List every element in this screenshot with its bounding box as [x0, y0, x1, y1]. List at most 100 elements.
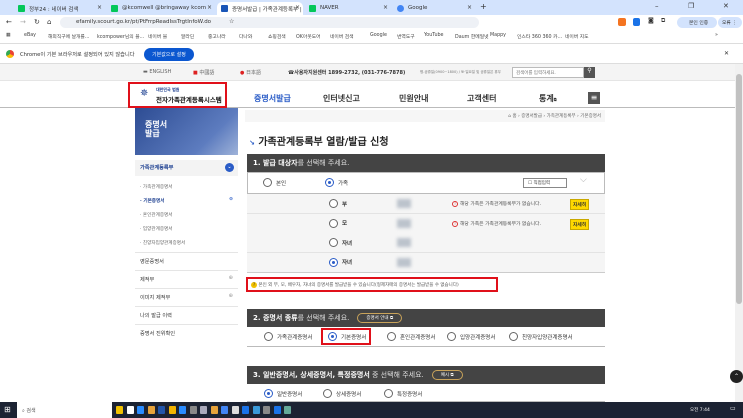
minimize-button[interactable]: –: [655, 2, 659, 10]
apps-icon[interactable]: ▦: [6, 33, 11, 38]
sidebar-subitem[interactable]: · 입양관계증명서: [135, 223, 238, 237]
url-field[interactable]: efamily.scourt.go.kr/pt/PtFrrpReadIssTrg…: [60, 17, 242, 28]
sidebar-subitem[interactable]: · 가족관계증명서: [135, 181, 238, 195]
radio-option[interactable]: 혼인관계증명서: [387, 332, 435, 341]
family-radio[interactable]: 모: [329, 218, 347, 228]
taskbar-app-icon[interactable]: [284, 406, 291, 414]
sidebar-item[interactable]: 제적부 ⊕: [135, 270, 238, 288]
close-window-button[interactable]: ✕: [723, 2, 729, 10]
sidebar-item[interactable]: 이미지 제적부 ⊕: [135, 288, 238, 306]
scrollbar[interactable]: [735, 64, 743, 402]
new-tab-button[interactable]: +: [480, 2, 487, 11]
taskbar-app-icon[interactable]: [200, 406, 207, 414]
site-search-input[interactable]: [512, 67, 584, 78]
taskbar-app-icon[interactable]: [273, 406, 281, 414]
bookmark-item[interactable]: 네이버 지도: [565, 33, 589, 40]
nav-customer-center[interactable]: 고객센터: [467, 93, 496, 104]
taskbar-app-icon[interactable]: [158, 406, 165, 414]
search-button[interactable]: ⚲: [584, 67, 595, 78]
radio-option[interactable]: 특정증명서: [384, 389, 422, 398]
close-icon[interactable]: ×: [383, 4, 388, 11]
sidebar-item[interactable]: 영문증명서: [135, 252, 238, 270]
family-radio[interactable]: 자녀: [329, 257, 352, 267]
taskbar-app-icon[interactable]: [242, 406, 249, 414]
sidebar-subitem[interactable]: · 혼인관계증명서: [135, 209, 238, 223]
bookmark-item[interactable]: 중고나라: [208, 33, 226, 40]
scroll-top-button[interactable]: ⌃: [730, 370, 743, 383]
maximize-button[interactable]: ❐: [688, 2, 694, 10]
close-icon[interactable]: ×: [97, 4, 102, 11]
nav-civil-guide[interactable]: 민원안내: [399, 93, 428, 104]
nav-certificate[interactable]: 증명서발급: [254, 93, 291, 104]
family-radio[interactable]: 자녀: [329, 238, 352, 247]
family-radio[interactable]: 부: [329, 199, 347, 208]
sidebar-group-family-register[interactable]: 가족관계등록부 ⌄: [135, 160, 238, 176]
taskbar-app-icon[interactable]: [168, 406, 176, 414]
radio-option[interactable]: 친양자입양관계증명서: [509, 332, 573, 341]
taskbar-app-icon[interactable]: [137, 406, 144, 414]
shield-extension-icon[interactable]: [633, 18, 640, 26]
sidebar-subitem[interactable]: · 친양자입양관계증명서: [135, 237, 238, 251]
radio-option[interactable]: 상세증명서: [323, 389, 361, 398]
breadcrumb-item[interactable]: 홈: [512, 114, 516, 119]
reload-icon[interactable]: ↻: [34, 18, 40, 26]
notification-icon[interactable]: ▭: [730, 405, 736, 412]
bookmark-item[interactable]: 번역도구: [397, 33, 415, 40]
taskbar-app-icon[interactable]: [210, 406, 218, 414]
taskbar-app-icon[interactable]: [116, 406, 123, 414]
close-icon[interactable]: ×: [295, 4, 300, 11]
taskbar-app-icon[interactable]: [189, 406, 197, 414]
sidebar-subitem[interactable]: · 기본증명서 ⊙: [135, 195, 238, 209]
nav-statistics[interactable]: 통계⧉: [539, 93, 557, 104]
taskbar-app-icon[interactable]: [221, 406, 228, 414]
chrome-menu-button[interactable]: 오류 ⋮: [718, 17, 742, 28]
bookmark-item[interactable]: YouTube: [424, 33, 444, 38]
close-icon[interactable]: ×: [207, 4, 212, 11]
taskbar-app-icon[interactable]: [252, 406, 260, 414]
forward-icon[interactable]: →: [20, 18, 26, 26]
radio-self[interactable]: 본인: [263, 178, 286, 187]
bookmark-item[interactable]: Daum 한메일넷: [455, 33, 489, 40]
windows-start-icon[interactable]: ⊞: [4, 405, 11, 414]
taskbar-app-icon[interactable]: [126, 406, 134, 414]
detail-button[interactable]: 자세히: [570, 218, 590, 230]
close-icon[interactable]: ×: [467, 4, 472, 11]
bookmark-item[interactable]: Google: [370, 33, 387, 38]
sidebar-item[interactable]: 증명서 진위확인: [135, 324, 238, 342]
certificate-guide-button[interactable]: 증명서 안내 ⧉: [357, 313, 403, 323]
breadcrumb-item[interactable]: 기본증명서: [580, 114, 601, 119]
lang-japanese[interactable]: ● 日本語: [240, 69, 261, 76]
taskbar-app-icon[interactable]: [231, 406, 239, 414]
nav-internet-report[interactable]: 인터넷신고: [323, 93, 360, 104]
breadcrumb-item[interactable]: 증명서발급: [521, 114, 542, 119]
radio-option[interactable]: 일반증명서: [264, 389, 302, 398]
bookmark-item[interactable]: 알라딘: [181, 33, 194, 40]
camera-icon[interactable]: ◙: [648, 17, 654, 24]
profile-button[interactable]: 본인 인증: [677, 17, 717, 28]
lang-english[interactable]: ▬ ENGLISH: [143, 69, 171, 75]
tab[interactable]: 정부24 : 네이버 검색 ×: [14, 2, 105, 15]
extension-icon[interactable]: [618, 18, 626, 26]
taskbar-search[interactable]: ⌕ 검색: [17, 402, 112, 418]
hamburger-menu-icon[interactable]: ≡: [588, 92, 600, 104]
tab-active[interactable]: 증명서발급 | 가족관계등록부 | ×: [217, 2, 303, 15]
more-bookmarks-icon[interactable]: »: [715, 33, 718, 38]
bookmark-item[interactable]: kcompower님의 블...: [97, 33, 144, 40]
chevron-down-icon[interactable]: ⌵: [580, 175, 587, 185]
breadcrumb-item[interactable]: 가족관계등록부: [547, 114, 576, 119]
home-icon[interactable]: ⌂: [47, 18, 51, 26]
puzzle-icon[interactable]: ⧉: [661, 17, 665, 25]
bookmark-item[interactable]: OK아웃도어: [296, 33, 321, 40]
taskbar-app-icon[interactable]: [179, 406, 186, 414]
tab[interactable]: NAVER ×: [305, 2, 391, 15]
bookmark-item[interactable]: 네이버 블: [148, 33, 167, 40]
taskbar-app-icon[interactable]: [263, 406, 270, 414]
set-default-button[interactable]: 기본값으로 설정: [144, 48, 194, 61]
tab[interactable]: @kcomwell @bringaway kcom ×: [107, 2, 215, 15]
example-button[interactable]: 예시 ⧉: [431, 370, 463, 380]
close-banner-icon[interactable]: ✕: [724, 50, 729, 57]
back-icon[interactable]: ←: [6, 18, 12, 26]
detail-button[interactable]: 자세히: [570, 199, 590, 210]
bookmark-item[interactable]: 해외직구에 날개를...: [48, 33, 89, 40]
bookmark-star-icon[interactable]: ☆: [229, 18, 234, 25]
